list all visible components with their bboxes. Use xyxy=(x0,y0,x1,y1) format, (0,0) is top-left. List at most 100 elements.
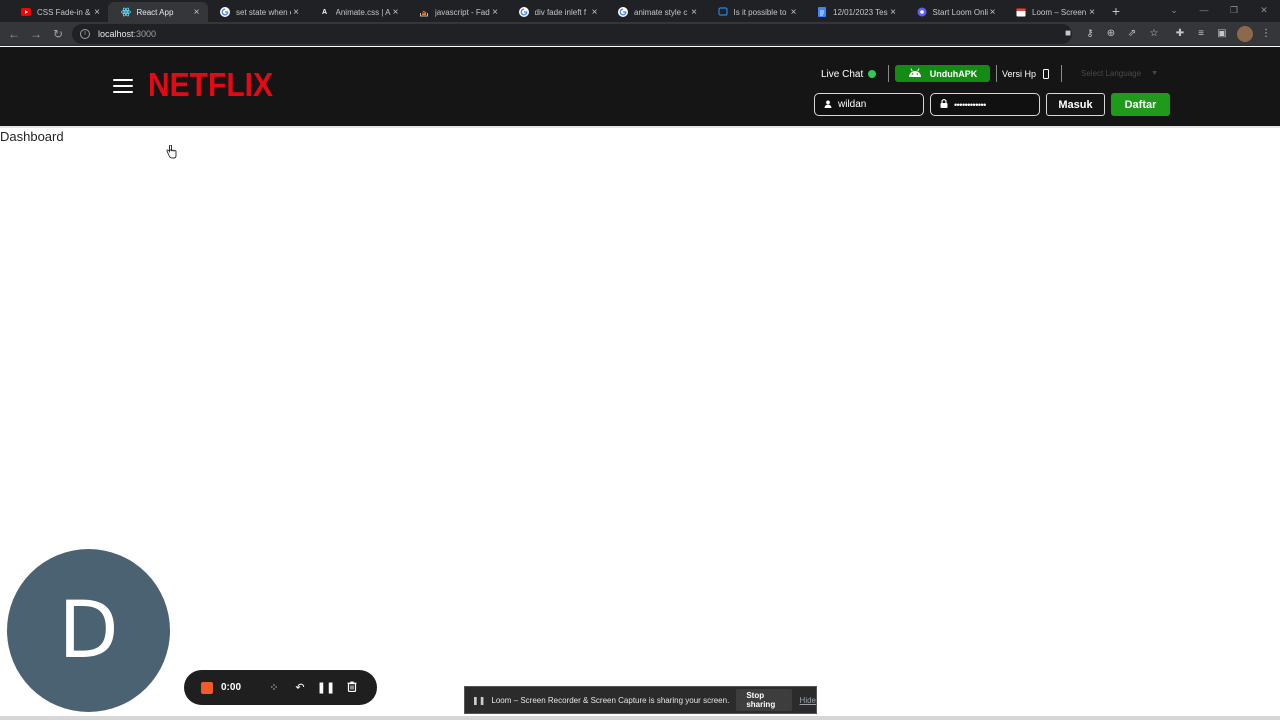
forward-icon[interactable]: → xyxy=(28,26,44,42)
browser-tab-title: Loom – Screen R xyxy=(1032,7,1087,17)
url-text: localhost:3000 xyxy=(98,29,157,39)
minimize-icon[interactable]: — xyxy=(1196,3,1212,17)
back-icon[interactable]: ← xyxy=(6,26,22,42)
header-divider xyxy=(1061,65,1062,82)
close-tab-icon[interactable]: × xyxy=(92,7,102,18)
live-chat-link[interactable]: Live Chat xyxy=(821,67,877,81)
android-icon xyxy=(908,68,922,79)
key-icon[interactable]: ⚷ xyxy=(1083,27,1097,41)
react-icon xyxy=(120,7,131,17)
header-divider xyxy=(996,65,997,82)
close-tab-icon[interactable]: × xyxy=(391,7,401,18)
browser-tab-title: Is it possible to xyxy=(733,7,787,17)
chevron-down-icon: ▼ xyxy=(1151,69,1158,77)
page-title: Dashboard xyxy=(0,129,64,144)
profile-avatar[interactable] xyxy=(1237,26,1253,42)
header-divider xyxy=(888,65,889,82)
camera-icon[interactable]: ■ xyxy=(1061,27,1075,41)
docs-icon xyxy=(817,7,827,17)
hamburger-menu-icon[interactable] xyxy=(113,79,133,93)
restore-icon[interactable]: ❐ xyxy=(1226,3,1242,17)
hand-cursor-icon xyxy=(166,144,177,162)
browser-tab-title: Start Loom Onli xyxy=(932,7,988,17)
browser-tab-strip: CSS Fade-in & F × React App × set state when… xyxy=(0,0,1280,22)
trash-icon[interactable] xyxy=(339,681,365,695)
menu-kebab-icon[interactable]: ⋮ xyxy=(1259,27,1273,41)
browser-tab-title: React App xyxy=(136,7,174,17)
language-select[interactable]: Select Language ▼ xyxy=(1070,65,1170,81)
browser-tab[interactable]: Is it possible to × xyxy=(705,2,805,22)
pause-icon[interactable]: ❚❚ xyxy=(313,681,339,694)
close-window-icon[interactable]: ✕ xyxy=(1256,3,1272,17)
close-tab-icon[interactable]: × xyxy=(590,7,600,18)
username-value: wildan xyxy=(838,99,867,110)
download-apk-label: UnduhAPK xyxy=(929,68,978,79)
user-icon xyxy=(823,100,833,110)
mobile-version-label: Versi Hp xyxy=(1002,69,1037,79)
live-status-dot-icon xyxy=(868,70,877,78)
browser-tab[interactable]: javascript - Fad × xyxy=(406,2,506,22)
extensions-icon[interactable]: ✚ xyxy=(1173,27,1187,41)
close-tab-icon[interactable]: × xyxy=(1087,7,1097,18)
browser-tab-title: set state when c xyxy=(236,7,291,17)
close-tab-icon[interactable]: × xyxy=(192,7,202,18)
new-tab-button[interactable]: + xyxy=(1108,3,1124,19)
youtube-icon xyxy=(21,7,31,17)
browser-tab-title: 12/01/2023 Tes xyxy=(833,7,888,17)
reload-icon[interactable]: ↻ xyxy=(50,26,66,42)
download-apk-button[interactable]: UnduhAPK xyxy=(895,65,990,82)
browser-tab[interactable]: React App × xyxy=(107,2,208,22)
browser-tab-title: div fade inleft f xyxy=(534,7,587,17)
screen-sharing-message: Loom – Screen Recorder & Screen Capture … xyxy=(491,695,730,705)
browser-tab-title: animate style c xyxy=(634,7,688,17)
browser-tab-title: Animate.css | A xyxy=(335,7,391,17)
close-tab-icon[interactable]: × xyxy=(689,7,699,18)
close-tab-icon[interactable]: × xyxy=(888,7,898,18)
undo-icon[interactable]: ↶ xyxy=(287,681,313,694)
google-icon xyxy=(220,7,230,17)
bookmark-star-icon[interactable]: ☆ xyxy=(1147,27,1161,41)
close-tab-icon[interactable]: × xyxy=(789,7,799,18)
drag-handle-icon[interactable]: ❚❚ xyxy=(472,696,485,705)
browser-tab[interactable]: A Animate.css | A × xyxy=(307,2,407,22)
tab-search-icon[interactable]: ⌄ xyxy=(1166,3,1182,17)
window-bottom-edge xyxy=(0,716,1280,720)
hide-link[interactable]: Hide xyxy=(800,696,816,705)
close-tab-icon[interactable]: × xyxy=(490,7,500,18)
site-info-icon[interactable]: i xyxy=(80,29,90,39)
browser-tab[interactable]: set state when c × xyxy=(207,2,307,22)
browser-tab-title: CSS Fade-in & F xyxy=(37,7,92,17)
share-icon[interactable]: ⇗ xyxy=(1125,27,1139,41)
loom-camera-bubble[interactable]: D xyxy=(7,549,170,712)
calendar-icon xyxy=(1016,7,1026,17)
stackexchange-icon xyxy=(717,7,728,17)
mobile-version-link[interactable]: Versi Hp xyxy=(1002,67,1050,81)
browser-tab[interactable]: animate style c × xyxy=(605,2,705,22)
password-field[interactable]: •••••••••••• xyxy=(930,93,1040,116)
loom-control-bar: 0:00 ⁘ ↶ ❚❚ xyxy=(184,670,377,705)
stop-sharing-button[interactable]: Stop sharing xyxy=(736,689,792,711)
drawing-grid-icon[interactable]: ⁘ xyxy=(261,681,287,694)
browser-tab[interactable]: div fade inleft f × xyxy=(506,2,606,22)
stackoverflow-icon xyxy=(419,7,429,17)
register-button[interactable]: Daftar xyxy=(1111,93,1170,116)
username-field[interactable]: wildan xyxy=(814,93,924,116)
browser-tab[interactable]: 12/01/2023 Tes × xyxy=(804,2,904,22)
side-panel-icon[interactable]: ▣ xyxy=(1215,27,1229,41)
close-tab-icon[interactable]: × xyxy=(988,7,998,18)
zoom-icon[interactable]: ⊕ xyxy=(1104,27,1118,41)
browser-tab[interactable]: CSS Fade-in & F × xyxy=(8,2,108,22)
google-icon xyxy=(518,7,529,17)
phone-icon xyxy=(1043,69,1050,79)
language-select-placeholder: Select Language xyxy=(1081,68,1142,78)
netflix-logo[interactable]: NETFLIX xyxy=(148,67,273,104)
reading-list-icon[interactable]: ≡ xyxy=(1194,27,1208,41)
google-icon xyxy=(618,7,628,17)
browser-tab[interactable]: Start Loom Onli × xyxy=(904,2,1004,22)
address-bar[interactable]: i localhost:3000 xyxy=(72,24,1072,44)
close-tab-icon[interactable]: × xyxy=(291,7,301,18)
live-chat-label: Live Chat xyxy=(821,68,864,80)
stop-recording-icon[interactable] xyxy=(201,681,213,694)
login-button[interactable]: Masuk xyxy=(1046,93,1105,116)
browser-tab[interactable]: Loom – Screen R× xyxy=(1003,2,1103,22)
